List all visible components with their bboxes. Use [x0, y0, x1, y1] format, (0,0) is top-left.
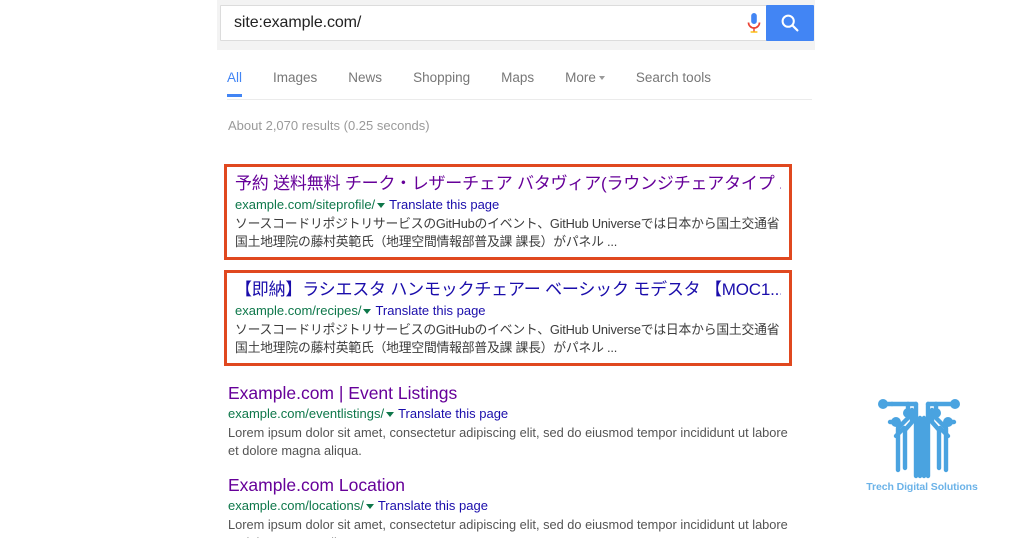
- tab-images-label: Images: [273, 70, 318, 85]
- result-snippet: ソースコードリポジトリサービスのGitHubのイベント、GitHub Unive…: [235, 216, 780, 249]
- result-url-line: example.com/siteprofile/Translate this p…: [235, 196, 781, 214]
- result-snippet: Lorem ipsum dolor sit amet, consectetur …: [228, 517, 788, 538]
- search-result-item[interactable]: Example.com | Event Listings example.com…: [224, 376, 792, 466]
- search-result-item[interactable]: Example.com Location example.com/locatio…: [224, 468, 792, 538]
- circuit-t-logo-icon: [878, 399, 960, 479]
- tab-news-label: News: [348, 70, 383, 85]
- chevron-down-icon[interactable]: [363, 309, 372, 315]
- chevron-down-icon[interactable]: [386, 412, 395, 418]
- translate-this-page-link[interactable]: Translate this page: [389, 197, 499, 212]
- search-input[interactable]: site:example.com/: [221, 14, 734, 32]
- watermark-logo: Trech Digital Solutions: [852, 392, 992, 504]
- tab-shopping-label: Shopping: [413, 70, 471, 85]
- translate-this-page-link[interactable]: Translate this page: [398, 406, 508, 421]
- chevron-down-icon[interactable]: [377, 203, 386, 209]
- search-nav-tabs: All Images News Shopping Maps More Searc…: [227, 62, 812, 100]
- result-snippet: Lorem ipsum dolor sit amet, consectetur …: [228, 425, 788, 458]
- result-url[interactable]: example.com/siteprofile/: [235, 197, 375, 212]
- tab-search-tools-label: Search tools: [635, 70, 711, 85]
- result-title-link[interactable]: 予約 送料無料 チーク・レザーチェア バタヴィア(ラウンジチェアタイプ ...: [235, 173, 781, 195]
- search-submit-button[interactable]: [766, 5, 814, 41]
- chevron-down-icon[interactable]: [365, 504, 374, 510]
- result-stats: About 2,070 results (0.25 seconds): [228, 118, 430, 133]
- logo-text: Trech Digital Solutions: [866, 481, 978, 493]
- result-url[interactable]: example.com/recipes/: [235, 303, 361, 318]
- result-url-line: example.com/eventlistings/Translate this…: [228, 405, 792, 423]
- tab-news[interactable]: News: [348, 62, 382, 85]
- result-title-link[interactable]: Example.com Location: [228, 474, 792, 496]
- tab-shopping[interactable]: Shopping: [413, 62, 470, 85]
- results-list: 予約 送料無料 チーク・レザーチェア バタヴィア(ラウンジチェアタイプ ... …: [224, 164, 792, 538]
- tab-more-label: More: [565, 70, 596, 85]
- search-result-item[interactable]: 【即納】ラシエスタ ハンモックチェアー ベーシック モデスタ 【MOC1... …: [224, 270, 792, 366]
- tab-maps-label: Maps: [501, 70, 535, 85]
- chevron-down-icon: [598, 76, 605, 81]
- result-url[interactable]: example.com/eventlistings/: [228, 406, 384, 421]
- tab-all-label: All: [227, 70, 243, 85]
- tab-more[interactable]: More: [565, 62, 605, 85]
- tab-all[interactable]: All: [227, 62, 243, 97]
- result-snippet: ソースコードリポジトリサービスのGitHubのイベント、GitHub Unive…: [235, 322, 780, 355]
- search-result-item[interactable]: 予約 送料無料 チーク・レザーチェア バタヴィア(ラウンジチェアタイプ ... …: [224, 164, 792, 260]
- tab-images[interactable]: Images: [273, 62, 317, 85]
- result-url[interactable]: example.com/locations/: [228, 498, 364, 513]
- search-results-page: site:example.com/ All Images News Shoppi: [0, 0, 1024, 538]
- translate-this-page-link[interactable]: Translate this page: [375, 303, 485, 318]
- result-url-line: example.com/locations/Translate this pag…: [228, 497, 792, 515]
- translate-this-page-link[interactable]: Translate this page: [378, 498, 488, 513]
- result-url-line: example.com/recipes/Translate this page: [235, 302, 781, 320]
- tab-search-tools[interactable]: Search tools: [636, 62, 711, 85]
- search-box[interactable]: site:example.com/: [220, 5, 775, 41]
- tab-maps[interactable]: Maps: [501, 62, 534, 85]
- result-title-link[interactable]: 【即納】ラシエスタ ハンモックチェアー ベーシック モデスタ 【MOC1...: [235, 279, 781, 301]
- search-icon: [781, 14, 799, 32]
- result-title-link[interactable]: Example.com | Event Listings: [228, 382, 792, 404]
